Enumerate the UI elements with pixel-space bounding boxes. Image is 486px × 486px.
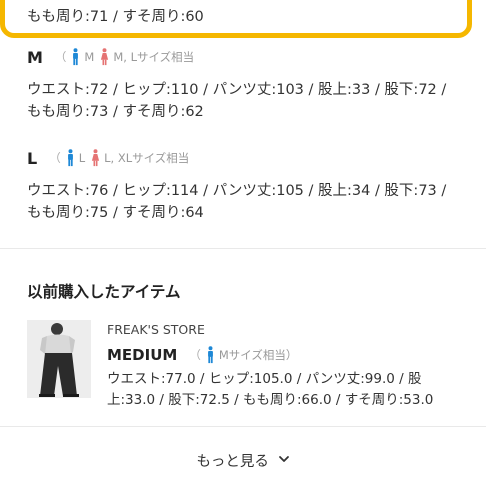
fit-women-label: L, XLサイズ相当 xyxy=(104,151,190,165)
size-fit-info: （ L L, XLサイズ相当 xyxy=(49,149,195,167)
size-measurements: ウエスト:76 / ヒップ:114 / パンツ丈:105 / 股上:34 / 股… xyxy=(27,180,467,224)
fit-men-label: M xyxy=(84,50,95,64)
fit-paren: （ xyxy=(189,348,201,362)
item-size-name: MEDIUM xyxy=(107,346,178,364)
purchased-item[interactable]: FREAK'S STORE MEDIUM （ Mサイズ相当） ウエスト:77.0… xyxy=(27,320,467,410)
men-icon xyxy=(67,149,73,167)
men-icon xyxy=(207,346,213,364)
fit-paren: （ xyxy=(49,151,61,165)
show-more-button[interactable]: もっと見る xyxy=(0,450,486,471)
fit-men-label: Mサイズ相当） xyxy=(218,348,298,362)
fit-paren: （ xyxy=(54,50,67,64)
size-fit-info: （ M M, Lサイズ相当 xyxy=(55,48,200,66)
size-measurements-text: もも周り:71 / すそ周り:60 xyxy=(27,9,204,25)
product-thumbnail[interactable] xyxy=(27,320,91,398)
size-m-block: M （ M M, Lサイズ相当 ウエスト:72 / ヒップ:110 / パンツ丈… xyxy=(27,46,467,123)
women-icon xyxy=(92,149,100,167)
size-measurements: ウエスト:72 / ヒップ:110 / パンツ丈:103 / 股上:33 / 股… xyxy=(27,79,467,123)
measurements-line: ウエスト:72 / ヒップ:110 / パンツ丈:103 / 股上:33 / 股… xyxy=(27,82,447,98)
measurements-line: 上:33.0 / 股下:72.5 / もも周り:66.0 / すそ周り:53.0 xyxy=(107,392,434,408)
size-name: M xyxy=(27,47,43,67)
size-name: L xyxy=(27,148,38,168)
highlighted-size-block: もも周り:71 / すそ周り:60 xyxy=(0,0,472,38)
measurements-line: ウエスト:76 / ヒップ:114 / パンツ丈:105 / 股上:34 / 股… xyxy=(27,183,447,199)
women-icon xyxy=(101,48,109,66)
fit-women-label: M, Lサイズ相当 xyxy=(113,50,195,64)
measurements-line: ウエスト:77.0 / ヒップ:105.0 / パンツ丈:99.0 / 股 xyxy=(107,371,422,387)
fit-men-label: L xyxy=(78,151,86,165)
size-l-block: L （ L L, XLサイズ相当 ウエスト:76 / ヒップ:114 / パンツ… xyxy=(27,147,467,224)
item-fit-info: （ Mサイズ相当） xyxy=(189,346,303,364)
item-measurements: ウエスト:77.0 / ヒップ:105.0 / パンツ丈:99.0 / 股 上:… xyxy=(107,369,457,411)
item-brand: FREAK'S STORE xyxy=(107,322,205,337)
measurements-line: もも周り:73 / すそ周り:62 xyxy=(27,104,204,120)
section-divider xyxy=(0,426,486,427)
section-divider xyxy=(0,248,486,249)
measurements-line: もも周り:75 / すそ周り:64 xyxy=(27,205,204,221)
chevron-down-icon xyxy=(278,455,289,462)
men-icon xyxy=(73,48,79,66)
previously-purchased-title: 以前購入したアイテム xyxy=(27,283,181,301)
product-image xyxy=(27,320,91,398)
show-more-label: もっと見る xyxy=(196,454,269,470)
